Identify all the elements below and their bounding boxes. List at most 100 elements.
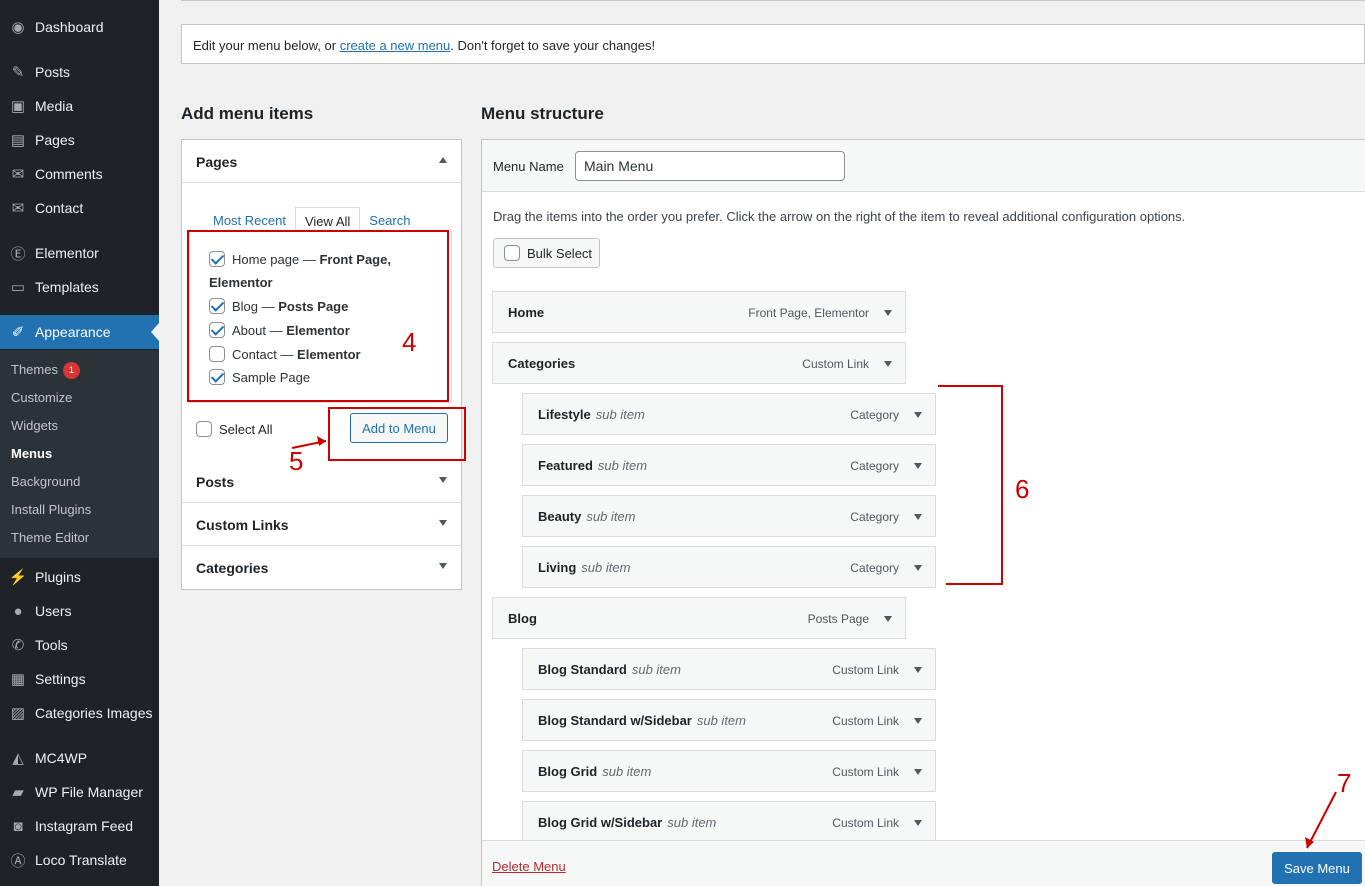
menu-item-type: Custom Link [832,765,899,779]
expand-arrow-icon[interactable] [439,563,447,569]
expand-arrow-icon[interactable] [439,477,447,483]
submenu-item-menus[interactable]: Menus [11,444,52,464]
menu-sub-item[interactable]: Blog Standard sub item Custom Link [522,648,936,690]
bulk-select-checkbox[interactable] [504,245,520,261]
annotation-number-5: 5 [289,446,304,476]
top-divider [181,0,1365,1]
expand-arrow-icon[interactable] [914,565,922,571]
sidebar-item-tools[interactable]: ✆ Tools [0,628,159,662]
media-icon: ▣ [10,98,26,115]
menu-sub-item[interactable]: Living sub item Category [522,546,936,588]
expand-arrow-icon[interactable] [914,412,922,418]
sidebar-item-posts[interactable]: ✎ Posts [0,55,159,89]
submenu-item-theme-editor[interactable]: Theme Editor [11,528,89,548]
bulk-select-label: Bulk Select [527,245,593,261]
accordion-section-custom-links[interactable]: Custom Links [182,503,461,546]
submenu-item-customize[interactable]: Customize [11,388,72,408]
menu-item-title: Blog Grid sub item [538,764,651,779]
menu-instructions: Drag the items into the order you prefer… [493,209,1186,224]
sidebar-item-label: Contact [35,200,84,216]
sub-item-tag: sub item [667,815,717,830]
expand-arrow-icon[interactable] [439,520,447,526]
submenu-item-background[interactable]: Background [11,472,80,492]
menu-item-type: Custom Link [802,357,869,371]
save-menu-button[interactable]: Save Menu [1272,852,1362,884]
menu-item-title: Beauty sub item [538,509,636,524]
sidebar-item-plugins[interactable]: ⚡ Plugins [0,560,159,594]
collapse-arrow-icon[interactable] [439,157,447,163]
bulk-select-button[interactable]: Bulk Select [493,238,600,268]
accordion-section-posts[interactable]: Posts [182,460,461,503]
sidebar-item-templates[interactable]: ▭ Templates [0,270,159,304]
sidebar-item-label: Loco Translate [35,852,127,868]
sidebar-item-label: Appearance [35,324,111,340]
menu-structure-panel: Menu Name Drag the items into the order … [481,139,1365,886]
sidebar-item-label: Elementor [35,245,99,261]
menu-item-type: Custom Link [832,714,899,728]
accordion-section-categories[interactable]: Categories [182,546,461,589]
annotation-number-7: 7 [1337,768,1352,798]
expand-arrow-icon[interactable] [914,820,922,826]
section-title: Custom Links [196,517,289,533]
sidebar-item-appearance[interactable]: ✐ Appearance [0,315,159,349]
expand-arrow-icon[interactable] [914,769,922,775]
submenu-item-install-plugins[interactable]: Install Plugins [11,500,91,520]
sidebar-item-dashboard[interactable]: ◉ Dashboard [0,10,159,44]
pages-section-header[interactable]: Pages [182,140,461,183]
sidebar-item-categories-images[interactable]: ▨ Categories Images [0,696,159,730]
expand-arrow-icon[interactable] [884,361,892,367]
file-manager-icon: ▰ [12,784,24,801]
expand-arrow-icon[interactable] [914,718,922,724]
menu-item[interactable]: Home Front Page, Elementor [492,291,906,333]
sidebar-item-wp-file-manager[interactable]: ▰ WP File Manager [0,775,159,809]
sidebar-item-instagram-feed[interactable]: ◙ Instagram Feed [0,809,159,843]
select-all-control[interactable]: Select All [196,421,272,437]
menu-sub-item[interactable]: Blog Standard w/Sidebar sub item Custom Li… [522,699,936,741]
sidebar-item-label: Users [35,603,72,619]
menu-item[interactable]: Categories Custom Link [492,342,906,384]
sidebar-item-label: Plugins [35,569,81,585]
dashboard-icon: ◉ [11,19,25,36]
sidebar-item-comments[interactable]: ✉ Comments [0,157,159,191]
submenu-item-themes[interactable]: Themes 1 [11,360,80,380]
sidebar-item-elementor[interactable]: Ⓔ Elementor [0,236,159,270]
menu-sub-item[interactable]: Featured sub item Category [522,444,936,486]
menu-item-title: Living sub item [538,560,630,575]
sidebar-item-pages[interactable]: ▤ Pages [0,123,159,157]
menu-sub-item[interactable]: Lifestyle sub item Category [522,393,936,435]
menu-sub-item[interactable]: Blog Grid sub item Custom Link [522,750,936,792]
sidebar-item-users[interactable]: ● Users [0,594,159,628]
submenu-item-widgets[interactable]: Widgets [11,416,58,436]
expand-arrow-icon[interactable] [884,310,892,316]
sidebar-item-mc4wp[interactable]: ◭ MC4WP [0,741,159,775]
select-all-checkbox[interactable] [196,421,212,437]
expand-arrow-icon[interactable] [914,667,922,673]
sidebar-item-media[interactable]: ▣ Media [0,89,159,123]
menu-item[interactable]: Blog Posts Page [492,597,906,639]
sub-item-tag: sub item [602,764,652,779]
menu-sub-item[interactable]: Beauty sub item Category [522,495,936,537]
menu-name-label: Menu Name [493,159,564,174]
submenu-item-label: Menus [11,446,53,461]
menu-name-input[interactable] [575,151,845,181]
menu-item-title: Categories [508,356,575,371]
menu-item-type: Posts Page [807,612,869,626]
expand-arrow-icon[interactable] [914,463,922,469]
menu-item-name: Beauty [538,509,582,524]
menu-sub-item[interactable]: Blog Grid w/Sidebar sub item Custom Link [522,801,936,843]
delete-menu-link[interactable]: Delete Menu [492,859,566,874]
expand-arrow-icon[interactable] [884,616,892,622]
submenu-item-label: Widgets [11,418,58,433]
sidebar-item-contact[interactable]: ✉ Contact [0,191,159,225]
expand-arrow-icon[interactable] [914,514,922,520]
sidebar-item-label: Settings [35,671,86,687]
sidebar-item-loco-translate[interactable]: Ⓐ Loco Translate [0,843,159,877]
sidebar-item-label: Posts [35,64,71,80]
submenu-item-label: Customize [11,390,73,405]
sub-item-tag: sub item [696,713,746,728]
menu-item-title: Blog Grid w/Sidebar sub item [538,815,716,830]
update-count-badge: 1 [62,362,80,379]
menu-item-title: Home [508,305,544,320]
create-new-menu-link[interactable]: create a new menu [340,38,451,53]
sidebar-item-settings[interactable]: ▦ Settings [0,662,159,696]
